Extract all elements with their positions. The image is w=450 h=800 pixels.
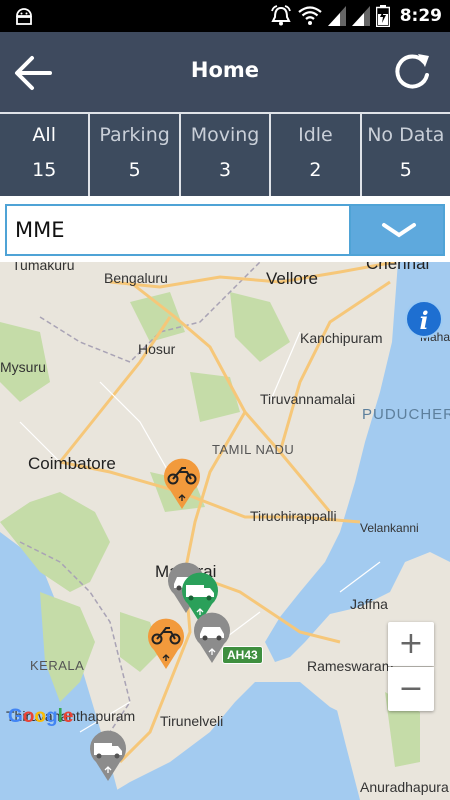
map-label: TAMIL NADU — [212, 442, 295, 457]
map-label: Jaffna — [350, 596, 388, 612]
tab-label: Moving — [190, 124, 260, 146]
group-search-input[interactable] — [7, 206, 349, 254]
zoom-out-button[interactable]: − — [388, 667, 434, 711]
map-label: PUDUCHER — [362, 406, 450, 423]
zoom-in-button[interactable]: + — [388, 622, 434, 666]
app-toolbar: Home — [0, 32, 450, 112]
tab-parking[interactable]: Parking 5 — [90, 114, 179, 196]
info-icon[interactable]: i — [405, 300, 443, 338]
wifi-icon — [298, 6, 322, 25]
group-dropdown-button[interactable] — [349, 204, 445, 256]
zoom-in-label: + — [398, 626, 424, 661]
map-label: Mysuru — [0, 359, 46, 375]
tab-count: 15 — [32, 159, 57, 181]
tab-label: All — [32, 124, 56, 146]
status-tabs: All 15 Parking 5 Moving 3 Idle 2 No Data… — [0, 112, 450, 196]
map-label: Hosur — [138, 341, 176, 357]
vehicle-marker-motorbike[interactable] — [146, 618, 186, 670]
signal-icon — [327, 6, 346, 26]
tab-label: No Data — [367, 124, 445, 146]
map-label: Coimbatore — [28, 454, 116, 473]
tab-label: Parking — [99, 124, 170, 146]
map-view[interactable]: Tumakuru Bengaluru Vellore Chennai Kanch… — [0, 262, 450, 800]
map-label: Tiruchirappalli — [250, 508, 337, 524]
android-icon — [16, 8, 32, 25]
map-label: Chennai — [366, 262, 430, 273]
map-label: Anuradhapura — [360, 779, 449, 795]
group-selector-row — [0, 196, 450, 262]
google-logo: Google — [8, 706, 74, 727]
tab-count: 3 — [218, 159, 232, 181]
battery-icon — [375, 5, 390, 27]
map-label: KERALA — [30, 658, 85, 673]
tab-count: 5 — [399, 159, 412, 181]
group-search-field — [5, 204, 349, 256]
map-label: Tumakuru — [12, 262, 75, 273]
map-label: Tirunelveli — [160, 713, 224, 729]
clock: 8:29 — [399, 6, 442, 26]
tab-moving[interactable]: Moving 3 — [180, 114, 270, 196]
page-title: Home — [190, 58, 260, 82]
status-bar: 8:29 — [0, 0, 450, 32]
vehicle-marker-truck[interactable] — [88, 730, 128, 782]
alarm-icon — [270, 5, 291, 26]
tab-all[interactable]: All 15 — [0, 114, 89, 196]
zoom-out-label: − — [398, 671, 424, 706]
tab-idle[interactable]: Idle 2 — [271, 114, 360, 196]
tab-label: Idle — [298, 124, 333, 146]
chevron-down-icon — [382, 223, 416, 238]
vehicle-marker-motorbike[interactable] — [162, 458, 202, 510]
tab-count: 2 — [309, 159, 322, 181]
tab-no-data[interactable]: No Data 5 — [361, 114, 450, 196]
map-label: Kanchipuram — [300, 330, 383, 346]
refresh-icon[interactable] — [388, 48, 436, 96]
signal-icon — [351, 6, 370, 26]
tab-count: 5 — [128, 159, 141, 181]
map-label: Vellore — [266, 269, 318, 288]
map-label: Bengaluru — [104, 270, 168, 286]
map-label: Tiruvannamalai — [260, 391, 356, 407]
map-label: Velankanni — [360, 521, 419, 535]
map-label: Rameswaram — [307, 658, 394, 674]
vehicle-marker-car[interactable] — [192, 612, 232, 664]
